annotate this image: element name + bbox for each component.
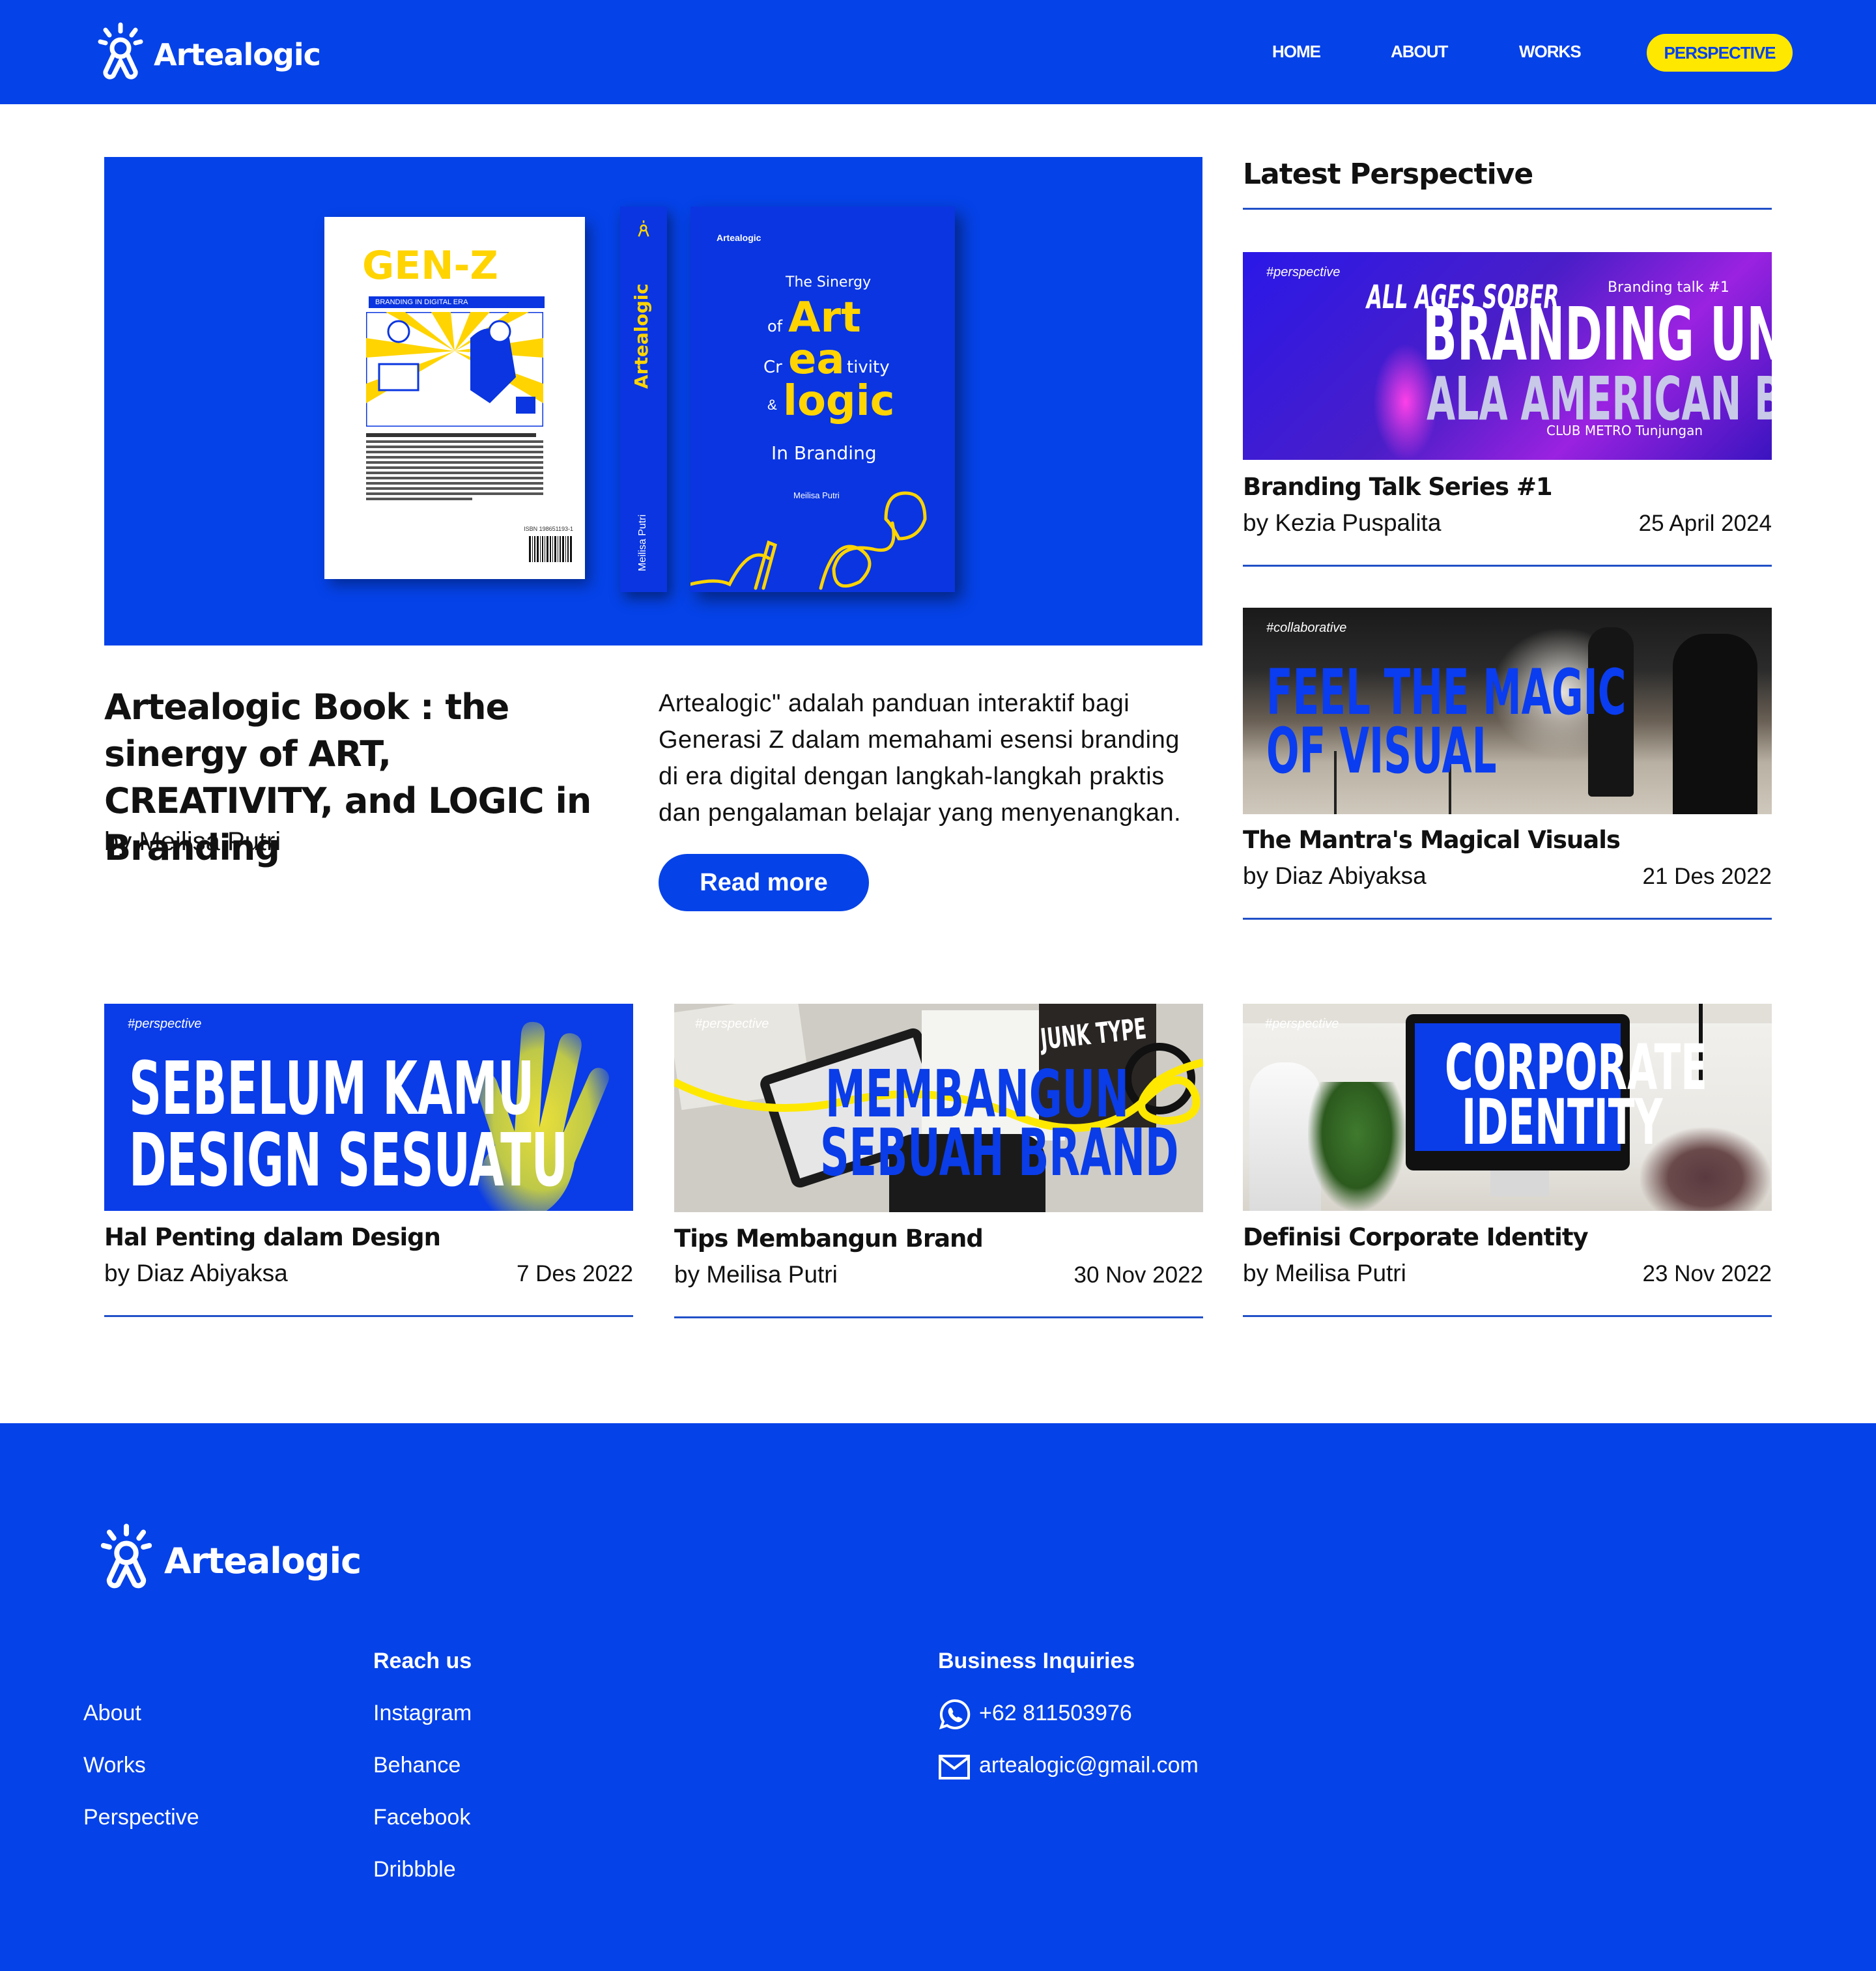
card-divider [1243,918,1772,920]
reach-us-heading: Reach us [373,1649,472,1673]
front-line1: The Sinergy [786,274,872,291]
nav-home[interactable]: HOME [1272,42,1321,62]
card-date: 23 Nov 2022 [1642,1261,1772,1286]
front-art: Art [788,294,861,342]
card-divider [674,1316,1203,1318]
footer-link-perspective[interactable]: Perspective [83,1805,199,1830]
poster-line2: OF VISUAL [1266,715,1497,787]
card-date: 25 April 2024 [1638,511,1772,536]
nav-about[interactable]: ABOUT [1391,42,1448,62]
poster-line2: IDENTITY [1462,1086,1663,1159]
card-title[interactable]: The Mantra's Magical Visuals [1243,826,1621,854]
card-image-corporate[interactable]: #perspective CORPORATE IDENTITY [1243,1004,1772,1211]
book-spine: Artealogic Meilisa Putri [620,206,667,592]
site-header: Artealogic HOME ABOUT WORKS PERSPECTIVE [0,0,1876,104]
book-back-cover: GEN-Z BRANDING IN DIGITAL ERA ISBN 19865… [324,217,585,579]
card-image-design[interactable]: #perspective SEBELUM KAMU DESIGN SESUATU [104,1004,633,1211]
front-amp: & [767,397,777,413]
front-ea: ea [788,335,845,384]
footer-link-dribbble[interactable]: Dribbble [373,1857,456,1882]
card-tag: #perspective [1266,265,1341,279]
monitor-stand [1490,1170,1549,1197]
logo-icon [100,1524,152,1589]
read-more-button[interactable]: Read more [659,854,869,911]
poster-line2: DESIGN SESUATU [129,1118,569,1203]
hero-book-image[interactable]: GEN-Z BRANDING IN DIGITAL ERA ISBN 19865… [104,157,1202,645]
front-tivity: tivity [847,358,890,377]
card-date: 30 Nov 2022 [1073,1262,1203,1288]
footer-link-about[interactable]: About [83,1701,141,1726]
lightbulb-scribble-icon [690,491,927,590]
card-title[interactable]: Definisi Corporate Identity [1243,1223,1589,1251]
spine-logo-icon [638,220,649,237]
front-logic: logic [783,377,895,425]
whatsapp-icon [939,1699,971,1730]
card-date: 21 Des 2022 [1642,864,1772,889]
card-title[interactable]: Tips Membangun Brand [674,1225,984,1253]
sidebar-title: Latest Perspective [1243,158,1533,191]
spine-brand: Artealogic [631,283,652,389]
card-author: by Diaz Abiyaksa [104,1260,288,1286]
business-heading: Business Inquiries [938,1649,1135,1673]
card-divider [1243,565,1772,567]
footer-link-behance[interactable]: Behance [373,1753,461,1778]
header-logo[interactable]: Artealogic [96,22,321,82]
card-author: by Diaz Abiyaksa [1243,862,1427,889]
footer-link-instagram[interactable]: Instagram [373,1701,472,1726]
footer-logo[interactable]: Artealogic [99,1523,362,1592]
card-image-brand[interactable]: #perspective JUNK TYPE MEMBANGUN SEBUAH … [674,1004,1203,1212]
card-image-magical-visuals[interactable]: #collaborative FEEL THE MAGIC OF VISUAL [1243,608,1772,814]
book-front-cover: Artealogic The Sinergy of Art Cr ea tivi… [690,206,955,592]
card-title[interactable]: Hal Penting dalam Design [104,1223,441,1251]
site-footer: Artealogic About Works Perspective Reach… [0,1423,1876,1971]
footer-link-works[interactable]: Works [83,1753,146,1778]
poster-line2: SEBUAH BRAND [820,1114,1179,1191]
card-divider [104,1315,633,1317]
card-author: by Meilisa Putri [674,1261,838,1288]
nav-perspective[interactable]: PERSPECTIVE [1647,34,1793,72]
plant-left [1308,1082,1406,1211]
barcode-icon [529,536,572,562]
book-illustration [366,312,543,427]
front-brand: Artealogic [717,233,761,243]
spine-author: Meilisa Putri [637,514,648,571]
logo-icon [98,22,143,79]
card-tag: #perspective [695,1017,769,1031]
card-author: by Kezia Puspalita [1243,509,1442,536]
card-tag: #collaborative [1266,621,1347,635]
card-title[interactable]: Branding Talk Series #1 [1243,473,1553,501]
card-image-branding-talk[interactable]: #perspective ALL AGES SOBER Branding tal… [1243,252,1772,460]
card-author: by Meilisa Putri [1243,1260,1406,1286]
poster-sub: CLUB METRO Tunjungan [1546,423,1703,438]
book-back-text [366,433,543,503]
card-tag: #perspective [1265,1017,1339,1031]
book-back-subtitle: BRANDING IN DIGITAL ERA [369,296,545,308]
header-brand: Artealogic [154,37,321,72]
front-of: of [767,317,783,335]
card-tag: #perspective [128,1017,202,1031]
card-date: 7 Des 2022 [516,1261,633,1286]
hero-description: Artealogic" adalah panduan interaktif ba… [659,690,1182,827]
person-right [1673,634,1757,814]
footer-brand: Artealogic [164,1540,362,1581]
nav-works[interactable]: WORKS [1519,42,1582,62]
sidebar-title-divider [1243,208,1772,210]
hero-author: by Meilisa Putri [104,827,281,856]
front-cr: Cr [763,358,782,377]
book-back-title: GEN-Z [362,243,498,289]
mail-icon [939,1755,970,1780]
email-link[interactable]: artealogic@gmail.com [979,1753,1199,1778]
book-isbn: ISBN 198651193-1 [524,526,573,532]
card-divider [1243,1315,1772,1317]
phone-link[interactable]: +62 811503976 [979,1701,1132,1726]
footer-link-facebook[interactable]: Facebook [373,1805,470,1830]
